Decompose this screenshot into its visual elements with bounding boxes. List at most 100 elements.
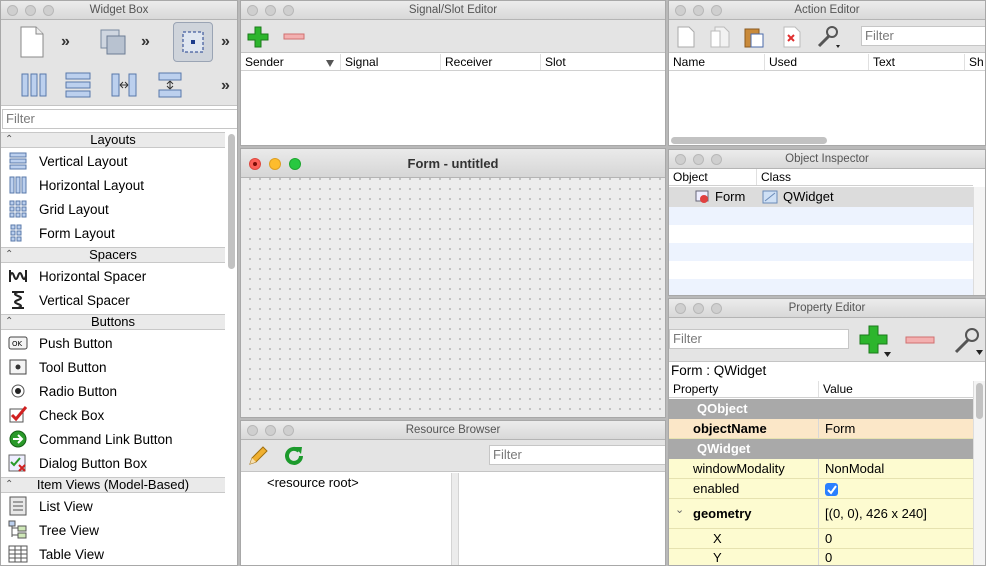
widget-item-tool-button[interactable]: Tool Button <box>1 355 225 379</box>
widget-filter-input[interactable]: Filter <box>2 109 237 129</box>
remove-connection-button[interactable] <box>281 24 307 50</box>
widget-item-dialog-button-box[interactable]: Dialog Button Box <box>1 451 225 475</box>
collapse-arrow-icon[interactable]: ⌃ <box>5 478 13 492</box>
property-row-y[interactable]: Y0 <box>669 549 973 565</box>
widget-item-vertical-spacer[interactable]: Vertical Spacer <box>1 288 225 312</box>
chevron-more-icon[interactable]: » <box>61 34 70 50</box>
resource-filter-input[interactable]: Filter <box>489 445 665 465</box>
action-config-button[interactable] <box>815 24 843 50</box>
widget-item-tree-view[interactable]: Tree View <box>1 518 225 542</box>
property-group-qobject[interactable]: QObject <box>669 399 973 419</box>
chevron-more-icon[interactable]: » <box>141 34 150 50</box>
paste-action-button[interactable] <box>741 24 767 50</box>
resource-splitter[interactable] <box>451 473 459 565</box>
close-light-icon[interactable] <box>675 154 686 165</box>
widget-item-form-layout[interactable]: Form Layout <box>1 221 225 245</box>
property-group-qwidget[interactable]: QWidget <box>669 439 973 459</box>
edit-resources-button[interactable] <box>245 443 271 469</box>
minimize-light-icon[interactable] <box>265 425 276 436</box>
property-row-geometry[interactable]: ⌄ geometry [(0, 0), 426 x 240] <box>669 499 973 529</box>
property-filter-input[interactable]: Filter <box>669 329 849 349</box>
signal-column[interactable]: Signal <box>341 54 441 70</box>
form-window[interactable]: Form - untitled <box>240 148 666 418</box>
new-form-button[interactable] <box>15 24 49 60</box>
property-scroll-thumb[interactable] <box>976 383 983 419</box>
close-light-icon[interactable] <box>247 5 258 16</box>
add-connection-button[interactable] <box>245 24 271 50</box>
property-config-button[interactable] <box>951 326 985 356</box>
lay-out-vertically-button[interactable] <box>61 68 95 102</box>
splitter-horizontal-button[interactable] <box>107 68 141 102</box>
collapse-arrow-icon[interactable]: ⌃ <box>5 315 13 329</box>
category-layouts[interactable]: ⌃ Layouts <box>1 132 225 148</box>
zoom-light-icon[interactable] <box>43 5 54 16</box>
chevron-more-icon[interactable]: » <box>221 34 230 50</box>
close-light-icon[interactable] <box>7 5 18 16</box>
delete-action-button[interactable] <box>779 24 805 50</box>
chevron-more-icon[interactable]: » <box>221 78 230 94</box>
receiver-column[interactable]: Receiver <box>441 54 541 70</box>
minimize-button[interactable] <box>269 158 281 170</box>
zoom-light-icon[interactable] <box>711 303 722 314</box>
widget-item-grid-layout[interactable]: Grid Layout <box>1 197 225 221</box>
widget-list-scrollbar[interactable] <box>228 134 235 269</box>
close-light-icon[interactable] <box>247 425 258 436</box>
name-column[interactable]: Name <box>669 54 765 70</box>
object-inspector-scroll-track[interactable] <box>973 187 985 295</box>
property-row-windowmodality[interactable]: windowModality NonModal <box>669 459 973 479</box>
resource-root-item[interactable]: <resource root> <box>267 475 359 490</box>
widget-item-list-view[interactable]: List View <box>1 494 225 518</box>
close-light-icon[interactable] <box>675 303 686 314</box>
widget-item-check-box[interactable]: Check Box <box>1 403 225 427</box>
value-column[interactable]: Value <box>819 381 973 397</box>
minimize-light-icon[interactable] <box>265 5 276 16</box>
minimize-light-icon[interactable] <box>693 154 704 165</box>
widget-item-command-link-button[interactable]: Command Link Button <box>1 427 225 451</box>
collapse-arrow-icon[interactable]: ⌃ <box>5 248 13 262</box>
text-column[interactable]: Text <box>869 54 965 70</box>
property-value[interactable]: 0 <box>819 529 973 548</box>
close-light-icon[interactable] <box>675 5 686 16</box>
slot-column[interactable]: Slot <box>541 54 665 70</box>
edit-widgets-button[interactable] <box>95 24 131 60</box>
expand-arrow-icon[interactable]: ⌄ <box>675 503 684 516</box>
object-row[interactable]: Form QWidget <box>669 187 973 207</box>
property-value[interactable]: Form <box>819 419 973 438</box>
minimize-light-icon[interactable] <box>25 5 36 16</box>
lay-out-horizontally-button[interactable] <box>17 68 51 102</box>
widget-item-horizontal-layout[interactable]: Horizontal Layout <box>1 173 225 197</box>
widget-item-radio-button[interactable]: Radio Button <box>1 379 225 403</box>
category-spacers[interactable]: ⌃ Spacers <box>1 247 225 263</box>
add-dynamic-property-button[interactable] <box>857 324 893 358</box>
close-button[interactable] <box>249 158 261 170</box>
minimize-light-icon[interactable] <box>693 5 704 16</box>
category-buttons[interactable]: ⌃ Buttons <box>1 314 225 330</box>
edit-layout-button[interactable] <box>173 22 213 62</box>
category-item-views-model-based[interactable]: ⌃ Item Views (Model-Based) <box>1 477 225 493</box>
property-value[interactable]: [(0, 0), 426 x 240] <box>819 499 973 528</box>
zoom-button[interactable] <box>289 158 301 170</box>
property-row-objectname[interactable]: objectName Form <box>669 419 973 439</box>
shortcut-column[interactable]: Sh <box>965 54 985 70</box>
zoom-light-icon[interactable] <box>283 425 294 436</box>
property-column[interactable]: Property <box>669 381 819 397</box>
widget-item-push-button[interactable]: OK Push Button <box>1 331 225 355</box>
property-scroll-track[interactable] <box>973 381 985 565</box>
splitter-vertical-button[interactable] <box>153 68 187 102</box>
new-action-button[interactable] <box>673 24 699 50</box>
action-table-hscrollbar[interactable] <box>671 137 827 144</box>
reload-button[interactable] <box>281 443 307 469</box>
property-row-x[interactable]: X0 <box>669 529 973 549</box>
property-value[interactable]: NonModal <box>819 459 973 478</box>
class-column[interactable]: Class <box>757 169 973 185</box>
zoom-light-icon[interactable] <box>711 5 722 16</box>
remove-dynamic-property-button[interactable] <box>903 328 937 352</box>
action-filter-input[interactable]: Filter <box>861 26 985 46</box>
widget-item-horizontal-spacer[interactable]: Horizontal Spacer <box>1 264 225 288</box>
widget-item-vertical-layout[interactable]: Vertical Layout <box>1 149 225 173</box>
enabled-checkbox[interactable] <box>825 483 838 496</box>
copy-action-button[interactable] <box>707 24 733 50</box>
zoom-light-icon[interactable] <box>711 154 722 165</box>
property-value[interactable] <box>819 479 973 498</box>
property-row-enabled[interactable]: enabled <box>669 479 973 499</box>
